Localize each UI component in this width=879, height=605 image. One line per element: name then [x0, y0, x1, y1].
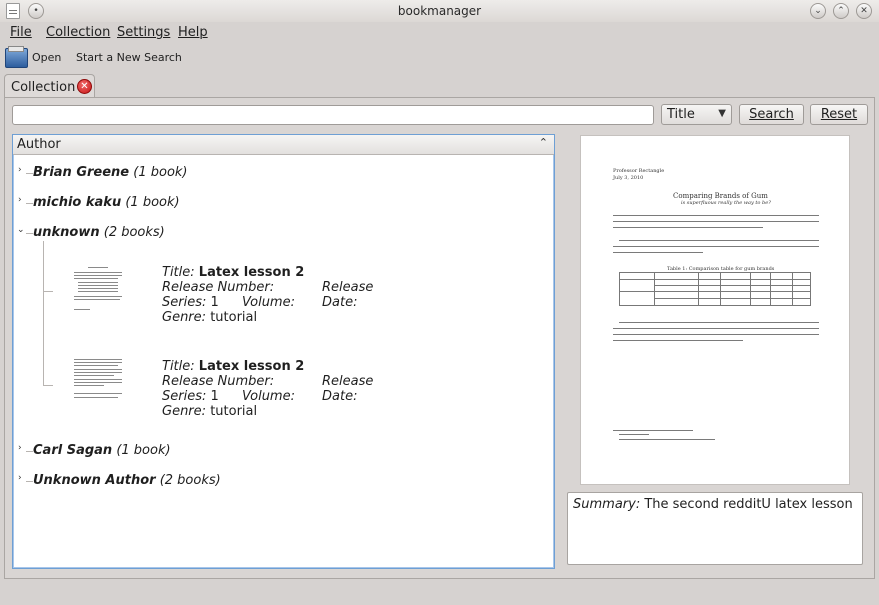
expand-icon[interactable]: ›	[18, 473, 22, 483]
window-title: bookmanager	[397, 4, 482, 18]
search-input[interactable]	[12, 105, 654, 125]
expand-icon[interactable]: ›	[18, 195, 22, 205]
volume-label: Volume:	[242, 389, 295, 404]
document-preview[interactable]: Professor Rectangle July 3, 2010 Compari…	[580, 135, 850, 485]
author-count: (1 book)	[133, 165, 188, 180]
tree-node-author[interactable]: Carl Sagan (1 book)	[33, 443, 171, 458]
tree-node-author[interactable]: michio kaku (1 book)	[33, 195, 180, 210]
author-tree[interactable]: Author ⌃ › Brian Greene (1 book) › michi…	[12, 134, 555, 569]
collapse-icon[interactable]: ⌄	[17, 225, 25, 235]
open-button[interactable]: Open	[32, 51, 61, 64]
author-name: Brian Greene	[33, 165, 130, 180]
tab-collection[interactable]: Collection ✕	[4, 74, 95, 99]
author-count: (2 books)	[159, 473, 221, 488]
series-value: 1	[210, 295, 219, 310]
series-label: Series:	[162, 389, 207, 404]
tree-branch-line	[26, 451, 33, 452]
tree-node-author[interactable]: Unknown Author (2 books)	[33, 473, 221, 488]
tree-child-branch	[43, 291, 53, 292]
genre-label: Genre:	[162, 310, 207, 325]
series-label: Series:	[162, 295, 207, 310]
close-tab-icon[interactable]: ✕	[77, 79, 92, 94]
menubar: File Collection Settings Help	[0, 22, 879, 44]
menu-help[interactable]: Help	[178, 25, 208, 40]
menu-file[interactable]: File	[10, 25, 32, 40]
search-button[interactable]: Search	[739, 104, 804, 125]
release-date-label: Release Date:	[322, 374, 374, 404]
tree-branch-line	[26, 233, 33, 234]
expand-icon[interactable]: ›	[18, 443, 22, 453]
summary-text: Summary: The second redditU latex lesson	[573, 497, 853, 512]
preview-date: July 3, 2010	[613, 175, 644, 181]
maximize-icon[interactable]: ⌃	[833, 3, 849, 19]
release-number-label: Release Number:	[162, 374, 275, 389]
author-name: michio kaku	[33, 195, 122, 210]
genre-value: tutorial	[210, 310, 258, 325]
summary-value: The second redditU latex lesson	[644, 497, 853, 512]
tree-header[interactable]: Author ⌃	[13, 135, 554, 155]
author-name: Carl Sagan	[33, 443, 113, 458]
book-title: Latex lesson 2	[198, 265, 305, 280]
book-cover-thumbnail[interactable]	[70, 357, 128, 407]
minimize-icon[interactable]: ⌄	[810, 3, 826, 19]
author-count: (1 book)	[125, 195, 180, 210]
search-button-label: Search	[749, 107, 794, 122]
search-field-value: Title	[667, 107, 695, 122]
title-label: Title:	[162, 265, 195, 280]
summary-box[interactable]: Summary: The second redditU latex lesson	[567, 492, 863, 565]
book-title: Latex lesson 2	[198, 359, 305, 374]
preview-table	[619, 272, 811, 306]
genre-value: tutorial	[210, 404, 258, 419]
tab-bar: Collection ✕	[0, 72, 879, 99]
window-titlebar: • bookmanager ⌄ ⌃ ✕	[0, 0, 879, 22]
tree-node-author[interactable]: Brian Greene (1 book)	[33, 165, 188, 180]
toolbar: Open Start a New Search	[0, 44, 879, 72]
open-folder-icon[interactable]	[5, 46, 28, 68]
tree-node-author-expanded[interactable]: unknown (2 books)	[33, 225, 165, 240]
tree-header-author: Author	[17, 137, 61, 152]
author-name: unknown	[33, 225, 100, 240]
close-window-icon[interactable]: ✕	[856, 3, 872, 19]
tree-child-line	[43, 241, 44, 385]
genre-label: Genre:	[162, 404, 207, 419]
book-info[interactable]: Title: Latex lesson 2 Release Number: Re…	[162, 359, 373, 419]
new-search-button[interactable]: Start a New Search	[76, 51, 182, 64]
summary-label: Summary:	[573, 497, 641, 512]
sort-ascending-icon[interactable]: ⌃	[539, 136, 548, 149]
reset-button[interactable]: Reset	[810, 104, 868, 125]
preview-author: Professor Rectangle	[613, 168, 665, 174]
menu-collection[interactable]: Collection	[46, 25, 110, 40]
release-date-label: Release Date:	[322, 280, 374, 310]
menu-settings[interactable]: Settings	[117, 25, 170, 40]
tab-collection-label: Collection	[11, 80, 76, 95]
chevron-down-icon: ▼	[718, 108, 726, 119]
release-number-label: Release Number:	[162, 280, 275, 295]
tree-branch-line	[26, 481, 33, 482]
tree-branch-line	[26, 203, 33, 204]
preview-subheading: is superfluous really the way to be?	[681, 200, 771, 206]
series-value: 1	[210, 389, 219, 404]
search-field-select[interactable]: Title ▼	[661, 104, 732, 125]
tree-child-branch	[43, 385, 53, 386]
title-label: Title:	[162, 359, 195, 374]
book-cover-thumbnail[interactable]	[70, 265, 128, 315]
tree-branch-line	[26, 173, 33, 174]
author-count: (2 books)	[103, 225, 165, 240]
author-name: Unknown Author	[33, 473, 156, 488]
reset-button-label: Reset	[820, 107, 858, 122]
preview-heading: Comparing Brands of Gum	[673, 192, 768, 200]
expand-icon[interactable]: ›	[18, 165, 22, 175]
book-info[interactable]: Title: Latex lesson 2 Release Number: Re…	[162, 265, 373, 325]
volume-label: Volume:	[242, 295, 295, 310]
author-count: (1 book)	[116, 443, 171, 458]
